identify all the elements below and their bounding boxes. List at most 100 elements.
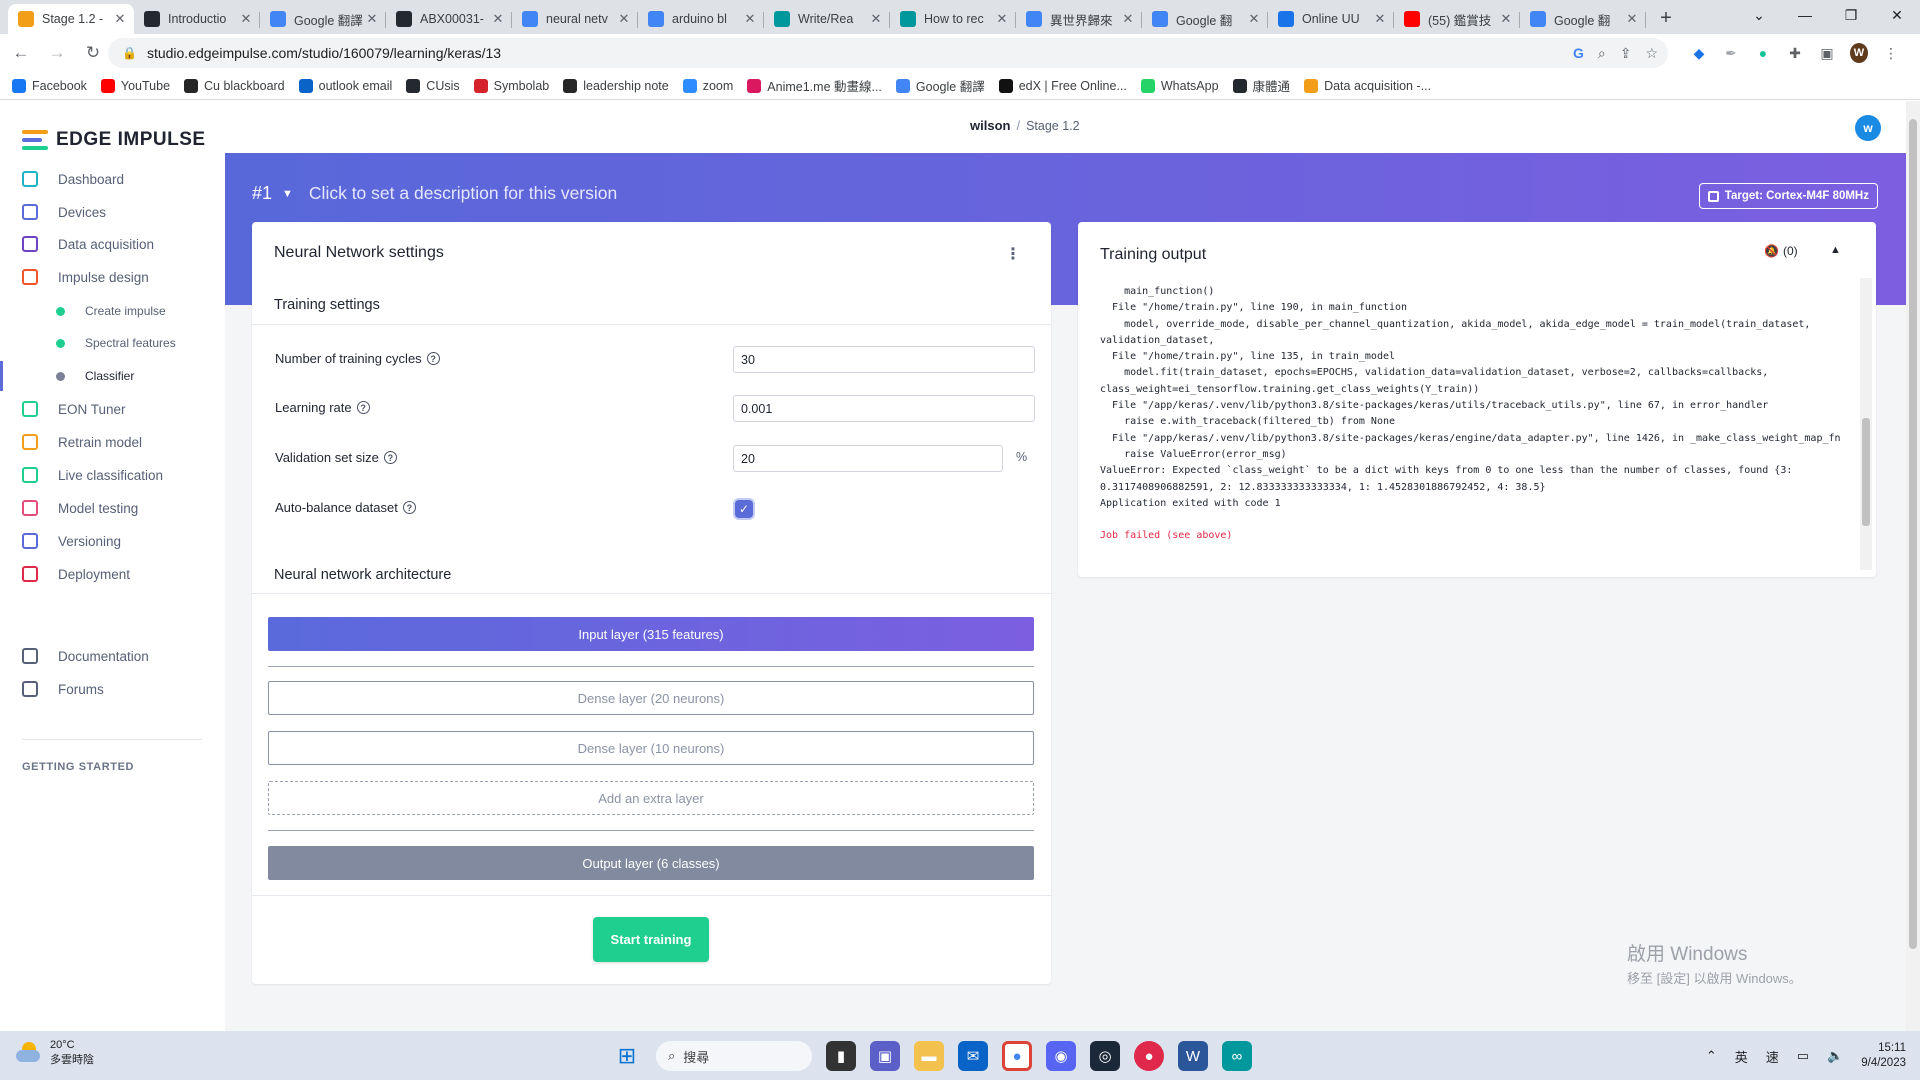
grammarly-icon[interactable]: ● [1754, 45, 1772, 61]
extension-icon[interactable]: ✒ [1722, 45, 1740, 62]
minimize-button[interactable]: — [1782, 0, 1828, 30]
close-icon[interactable]: ✕ [1246, 11, 1262, 27]
close-icon[interactable]: ✕ [742, 11, 758, 27]
browser-tab[interactable]: Write/Rea ✕ [764, 4, 890, 34]
browser-tab[interactable]: Introductio ✕ [134, 4, 260, 34]
browser-tab[interactable]: Google 翻 ✕ [1142, 4, 1268, 34]
sidebar-item-data-acquisition[interactable]: Data acquisition [0, 228, 225, 260]
log-scrollbar-thumb[interactable] [1862, 418, 1870, 526]
bookmark-item[interactable]: outlook email [298, 78, 392, 93]
browser-tab[interactable]: (55) 鑑賞技 ✕ [1394, 4, 1520, 34]
sidebar-item-retrain-model[interactable]: Retrain model [0, 426, 225, 458]
sidebar-subitem-classifier[interactable]: Classifier [0, 361, 225, 391]
bookmark-item[interactable]: Google 翻譯 [895, 76, 985, 95]
user-avatar[interactable]: w [1855, 115, 1881, 141]
file-explorer-icon[interactable]: ▬ [914, 1041, 944, 1071]
close-icon[interactable]: ✕ [238, 11, 254, 27]
browser-tab[interactable]: Stage 1.2 - ✕ [8, 4, 134, 34]
discord-icon[interactable]: ◉ [1046, 1041, 1076, 1071]
network-icon[interactable]: ▭ [1797, 1048, 1809, 1064]
puzzle-icon[interactable]: ✚ [1786, 45, 1804, 62]
reload-icon[interactable]: ↻ [78, 38, 108, 68]
new-tab-button[interactable]: + [1652, 4, 1680, 32]
weather-widget[interactable]: 20°C 多雲時陰 [16, 1039, 94, 1067]
browser-tab[interactable]: neural netv ✕ [512, 4, 638, 34]
close-icon[interactable]: ✕ [364, 11, 380, 27]
mail-icon[interactable]: ✉ [958, 1041, 988, 1071]
clock[interactable]: 15:11 9/4/2023 [1861, 1041, 1906, 1071]
windows-start-icon[interactable]: ⊞ [612, 1041, 642, 1071]
sidepanel-icon[interactable]: ▣ [1818, 45, 1836, 62]
help-icon[interactable]: ? [383, 451, 397, 464]
learning-rate-input[interactable]: 0.001 [733, 395, 1035, 422]
bookmark-item[interactable]: zoom [682, 78, 733, 93]
sidebar-item-deployment[interactable]: Deployment [0, 558, 225, 590]
input-layer[interactable]: Input layer (315 features) [268, 617, 1034, 651]
sidebar-item-eon-tuner[interactable]: EON Tuner [0, 393, 225, 425]
browser-tab[interactable]: 異世界歸來 ✕ [1016, 4, 1142, 34]
task-view-icon[interactable]: ▮ [826, 1041, 856, 1071]
close-icon[interactable]: ✕ [1624, 11, 1640, 27]
close-icon[interactable]: ✕ [490, 11, 506, 27]
arduino-icon[interactable]: ∞ [1222, 1041, 1252, 1071]
more-options-icon[interactable]: ⋮ [1005, 244, 1021, 264]
bookmark-item[interactable]: CUsis [406, 78, 460, 93]
close-icon[interactable]: ✕ [616, 11, 632, 27]
notifications-toggle[interactable]: 🔕 (0) [1764, 244, 1798, 258]
forward-icon[interactable]: → [42, 38, 72, 68]
add-layer-button[interactable]: Add an extra layer [268, 781, 1034, 815]
browser-tab[interactable]: arduino bl ✕ [638, 4, 764, 34]
google-lens-icon[interactable]: G [1573, 45, 1584, 61]
sidebar-item-devices[interactable]: Devices [0, 196, 225, 228]
version-number[interactable]: #1 [252, 183, 272, 204]
close-icon[interactable]: ✕ [112, 11, 128, 27]
close-icon[interactable]: ✕ [1498, 11, 1514, 27]
tab-search-icon[interactable]: ⌄ [1736, 0, 1782, 30]
chrome-icon[interactable]: ● [1002, 1041, 1032, 1071]
close-icon[interactable]: ✕ [994, 11, 1010, 27]
menu-icon[interactable]: ⋮ [1882, 45, 1900, 62]
browser-tab[interactable]: ABX00031- ✕ [386, 4, 512, 34]
breadcrumb-project[interactable]: Stage 1.2 [1026, 119, 1080, 133]
output-layer[interactable]: Output layer (6 classes) [268, 846, 1034, 880]
help-icon[interactable]: ? [356, 401, 370, 414]
version-description[interactable]: Click to set a description for this vers… [309, 183, 617, 204]
bookmark-item[interactable]: Facebook [12, 78, 87, 93]
chevron-up-icon[interactable]: ⌃ [1706, 1048, 1717, 1064]
collapse-icon[interactable]: ▲ [1830, 244, 1841, 256]
bookmark-star-icon[interactable]: ☆ [1645, 45, 1658, 62]
browser-tab[interactable]: Google 翻譯 ✕ [260, 4, 386, 34]
zoom-icon[interactable]: ⌕ [1598, 45, 1606, 62]
close-icon[interactable]: ✕ [1372, 11, 1388, 27]
sidebar-item-versioning[interactable]: Versioning [0, 525, 225, 557]
dense-layer-2[interactable]: Dense layer (10 neurons) [268, 731, 1034, 765]
training-cycles-input[interactable]: 30 [733, 346, 1035, 373]
page-scrollbar[interactable] [1906, 101, 1920, 1031]
sidebar-item-documentation[interactable]: Documentation [0, 640, 225, 672]
close-window-button[interactable]: ✕ [1874, 0, 1920, 30]
browser-tab[interactable]: How to rec ✕ [890, 4, 1016, 34]
validation-size-input[interactable]: 20 [733, 445, 1003, 472]
bookmark-item[interactable]: leadership note [563, 78, 669, 93]
address-bar[interactable]: 🔒 studio.edgeimpulse.com/studio/160079/l… [108, 38, 1668, 68]
close-icon[interactable]: ✕ [1120, 11, 1136, 27]
app-icon[interactable]: ● [1134, 1041, 1164, 1071]
steam-icon[interactable]: ◎ [1090, 1041, 1120, 1071]
share-icon[interactable]: ⇪ [1620, 45, 1632, 62]
sidebar-item-forums[interactable]: Forums [0, 673, 225, 705]
help-icon[interactable]: ? [402, 501, 416, 514]
word-icon[interactable]: W [1178, 1041, 1208, 1071]
auto-balance-checkbox[interactable]: ✓ [735, 500, 753, 518]
version-selector[interactable]: #1 ▼ Click to set a description for this… [252, 183, 617, 204]
log-scrollbar[interactable] [1860, 278, 1872, 570]
maximize-button[interactable]: ❐ [1828, 0, 1874, 30]
bookmark-item[interactable]: 康體通 [1232, 76, 1290, 95]
close-icon[interactable]: ✕ [868, 11, 884, 27]
help-icon[interactable]: ? [426, 352, 440, 365]
extension-icon[interactable]: ◆ [1690, 45, 1708, 62]
bookmark-item[interactable]: edX | Free Online... [998, 78, 1127, 93]
caret-down-icon[interactable]: ▼ [282, 188, 293, 200]
page-scrollbar-thumb[interactable] [1909, 119, 1917, 949]
bookmark-item[interactable]: YouTube [100, 78, 170, 93]
sidebar-item-model-testing[interactable]: Model testing [0, 492, 225, 524]
